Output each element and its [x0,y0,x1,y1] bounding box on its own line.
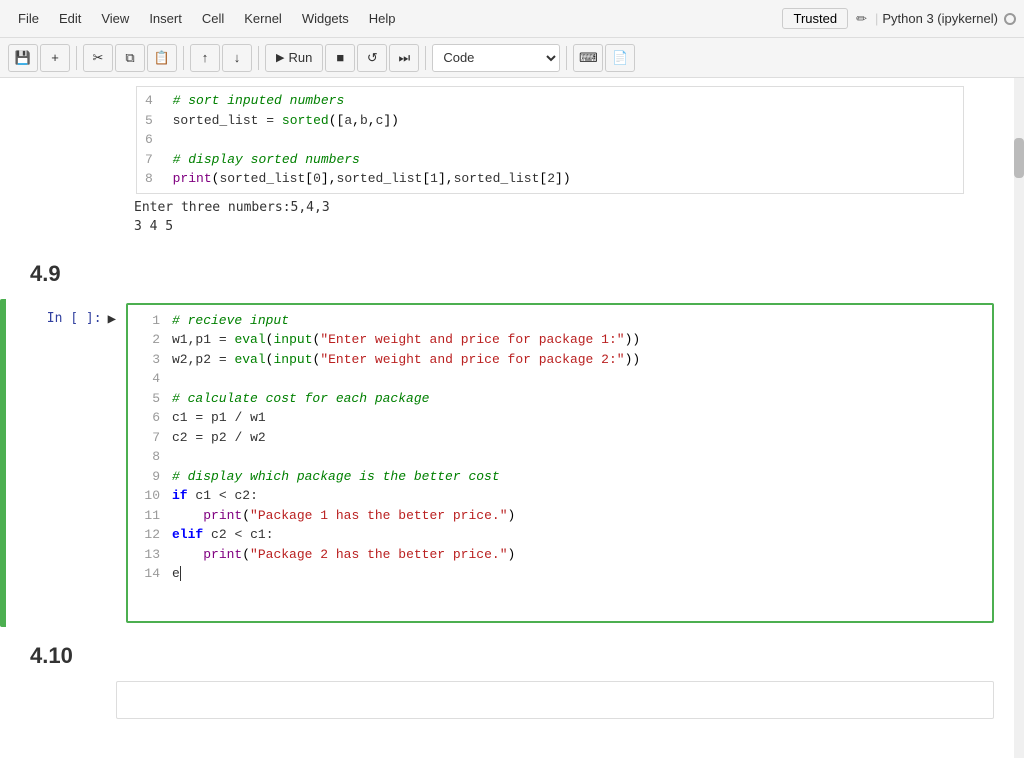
add-cell-button[interactable]: + [40,44,70,72]
active-code-cell[interactable]: In [ ]: ▶ 1 # recieve input 2 w1,p1 = ev… [6,303,994,623]
cell-prompt: In [ ]: ▶ [6,303,126,623]
code-line-9: 9 # display which package is the better … [136,467,984,487]
menu-view[interactable]: View [91,7,139,30]
code-input[interactable]: 1 # recieve input 2 w1,p1 = eval(input("… [126,303,994,623]
separator-5 [566,46,567,70]
section-410-heading: 4.10 [30,643,1024,669]
run-cell-icon[interactable]: ▶ [108,311,116,327]
menubar: File Edit View Insert Cell Kernel Widget… [0,0,1024,38]
scrollbar-track[interactable] [1014,78,1024,758]
next-cell-placeholder[interactable] [116,681,994,719]
run-label: Run [288,50,312,65]
notebook: 4 # sort inputed numbers 5 sorted_list =… [0,78,1024,758]
code-line-14: 14 e [136,564,984,584]
prev-code-cell[interactable]: 4 # sort inputed numbers 5 sorted_list =… [136,86,964,194]
save-button[interactable]: 💾 [8,44,38,72]
code-line-12: 12 elif c2 < c1: [136,525,984,545]
restart-run-button[interactable]: ⏭ [389,44,419,72]
cell-type-select[interactable]: Code Markdown Raw NBConvert Heading [432,44,560,72]
line-item: 5 sorted_list = sorted([a,b,c]) [145,111,955,131]
line-item: 4 # sort inputed numbers [145,91,955,111]
toolbar: 💾 + ✂ ⧉ 📋 ↑ ↓ ▶ Run ■ ↺ ⏭ Code Markdown … [0,38,1024,78]
next-cell-wrapper [0,681,1024,719]
code-line-13: 13 print("Package 2 has the better price… [136,545,984,565]
code-line-3: 3 w2,p2 = eval(input("Enter weight and p… [136,350,984,370]
separator-3 [258,46,259,70]
code-line-5: 5 # calculate cost for each package [136,389,984,409]
separator-2 [183,46,184,70]
separator-4 [425,46,426,70]
kernel-name: Python 3 (ipykernel) [882,11,998,26]
restart-button[interactable]: ↺ [357,44,387,72]
run-button[interactable]: ▶ Run [265,44,323,72]
code-line-1: 1 # recieve input [136,311,984,331]
stop-button[interactable]: ■ [325,44,355,72]
scrollbar-thumb[interactable] [1014,138,1024,178]
edit-icon[interactable]: ✏ [856,11,867,27]
output-line-1: Enter three numbers:5,4,3 [134,198,986,218]
code-line-6: 6 c1 = p1 / w1 [136,408,984,428]
menu-insert[interactable]: Insert [139,7,192,30]
prev-cell-output: Enter three numbers:5,4,3 3 4 5 [126,194,994,245]
menu-widgets[interactable]: Widgets [292,7,359,30]
menu-edit[interactable]: Edit [49,7,91,30]
code-line-11: 11 print("Package 1 has the better price… [136,506,984,526]
paste-button[interactable]: 📋 [147,44,177,72]
code-line-2: 2 w1,p1 = eval(input("Enter weight and p… [136,330,984,350]
prev-cell-wrapper: 4 # sort inputed numbers 5 sorted_list =… [0,86,1024,245]
trusted-button[interactable]: Trusted [782,8,848,29]
line-item: 8 print(sorted_list[0],sorted_list[1],so… [145,169,955,189]
menu-help[interactable]: Help [359,7,406,30]
cut-button[interactable]: ✂ [83,44,113,72]
keyboard-shortcuts-button[interactable]: ⌨ [573,44,603,72]
prev-code-area: 4 # sort inputed numbers 5 sorted_list =… [137,87,963,193]
line-item: 6 [145,130,955,150]
code-line-10: 10 if c1 < c2: [136,486,984,506]
move-up-button[interactable]: ↑ [190,44,220,72]
menu-cell[interactable]: Cell [192,7,234,30]
code-line-7: 7 c2 = p2 / w2 [136,428,984,448]
code-line-4: 4 [136,369,984,389]
line-item: 7 # display sorted numbers [145,150,955,170]
run-triangle-icon: ▶ [276,51,284,64]
copy-button[interactable]: ⧉ [115,44,145,72]
code-line-8: 8 [136,447,984,467]
output-line-2: 3 4 5 [134,217,986,237]
prompt-text: In [ ]: [47,311,102,326]
cell-toolbar-button[interactable]: 📄 [605,44,635,72]
kernel-status-icon [1004,13,1016,25]
menu-file[interactable]: File [8,7,49,30]
kernel-info: Python 3 (ipykernel) [882,11,1016,26]
move-down-button[interactable]: ↓ [222,44,252,72]
separator-1 [76,46,77,70]
section-49-heading: 4.9 [30,261,1024,287]
active-cell-wrapper: In [ ]: ▶ 1 # recieve input 2 w1,p1 = ev… [0,299,1024,627]
menu-kernel[interactable]: Kernel [234,7,292,30]
